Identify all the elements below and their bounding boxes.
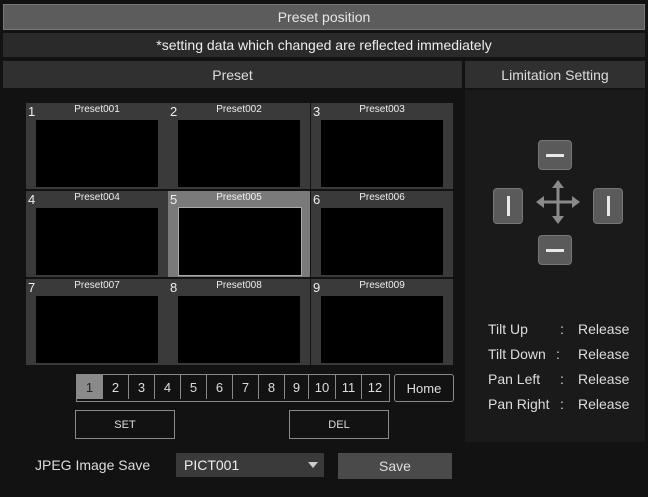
limitation-setting-header: Limitation Setting [465, 61, 645, 88]
jpeg-image-select[interactable]: PICT001 [176, 453, 324, 477]
preset-tile[interactable]: 3 Preset003 [311, 103, 453, 189]
move-arrows-icon [536, 180, 580, 224]
preset-label: Preset007 [74, 280, 120, 291]
page-button-11[interactable]: 11 [336, 375, 362, 399]
preset-label: Preset001 [74, 104, 120, 115]
preset-thumbnail[interactable] [321, 208, 443, 275]
window-title: Preset position [3, 4, 645, 30]
preset-thumbnail[interactable] [36, 120, 158, 187]
preset-label: Preset008 [216, 280, 262, 291]
pan-left-limit-button[interactable] [493, 188, 523, 224]
preset-tile[interactable]: 6 Preset006 [311, 191, 453, 277]
bar-icon [607, 196, 610, 216]
tilt-up-limit-button[interactable] [538, 140, 572, 170]
preset-thumbnail[interactable] [178, 120, 300, 187]
preset-thumbnail[interactable] [36, 208, 158, 275]
page-button-12[interactable]: 12 [362, 375, 388, 399]
jpeg-selected-value: PICT001 [184, 457, 240, 473]
pan-right-name: Pan Right [488, 396, 550, 412]
tilt-down-name: Tilt Down [488, 346, 546, 362]
set-button[interactable]: SET [75, 410, 175, 439]
tilt-down-limit-button[interactable] [538, 235, 572, 265]
preset-thumbnail[interactable] [178, 207, 302, 276]
preset-label: Preset004 [74, 192, 120, 203]
preset-number: 2 [170, 104, 178, 119]
pan-left-value: Release [578, 371, 630, 387]
preset-number: 7 [28, 280, 36, 295]
preset-number: 4 [28, 192, 36, 207]
minus-icon [546, 154, 564, 157]
preset-number: 8 [170, 280, 178, 295]
tilt-down-value: Release [578, 346, 630, 362]
preset-thumbnail[interactable] [321, 296, 443, 363]
preset-header: Preset [3, 61, 462, 88]
notice-text: *setting data which changed are reflecte… [3, 33, 645, 57]
preset-tile[interactable]: 7 Preset007 [26, 279, 168, 365]
preset-tile[interactable]: 4 Preset004 [26, 191, 168, 277]
preset-position-window: Preset position *setting data which chan… [0, 0, 648, 497]
tilt-up-name: Tilt Up [488, 321, 528, 337]
pan-right-value: Release [578, 396, 630, 412]
preset-label: Preset006 [359, 192, 405, 203]
save-button[interactable]: Save [338, 453, 452, 479]
bar-icon [507, 196, 510, 216]
dropdown-arrow-icon [308, 462, 318, 468]
page-button-2[interactable]: 2 [103, 375, 129, 399]
minus-icon [546, 249, 564, 252]
page-button-3[interactable]: 3 [129, 375, 155, 399]
preset-tile[interactable]: 2 Preset002 [168, 103, 310, 189]
page-button-7[interactable]: 7 [233, 375, 259, 399]
preset-number: 3 [313, 104, 321, 119]
preset-tile[interactable]: 9 Preset009 [311, 279, 453, 365]
pan-right-limit-button[interactable] [593, 188, 623, 224]
page-button-9[interactable]: 9 [285, 375, 309, 399]
tilt-down-sep: : [556, 346, 560, 362]
preset-label: Preset002 [216, 104, 262, 115]
pan-left-sep: : [560, 371, 564, 387]
preset-label: Preset005 [216, 192, 262, 203]
preset-label: Preset003 [359, 104, 405, 115]
tilt-up-sep: : [560, 321, 564, 337]
preset-tile-selected[interactable]: 5 Preset005 [168, 191, 310, 277]
page-button-6[interactable]: 6 [207, 375, 233, 399]
preset-tile[interactable]: 1 Preset001 [26, 103, 168, 189]
pan-left-name: Pan Left [488, 371, 541, 387]
page-button-4[interactable]: 4 [155, 375, 181, 399]
home-button[interactable]: Home [394, 374, 454, 402]
preset-number: 5 [170, 192, 178, 207]
page-button-10[interactable]: 10 [309, 375, 336, 399]
preset-thumbnail[interactable] [178, 296, 300, 363]
preset-tile[interactable]: 8 Preset008 [168, 279, 310, 365]
page-button-5[interactable]: 5 [181, 375, 207, 399]
preset-number: 9 [313, 280, 321, 295]
page-button-1[interactable]: 1 [77, 375, 103, 399]
preset-thumbnail[interactable] [36, 296, 158, 363]
page-button-8[interactable]: 8 [259, 375, 285, 399]
preset-number: 1 [28, 104, 36, 119]
jpeg-image-save-label: JPEG Image Save [35, 457, 151, 473]
preset-number: 6 [313, 192, 321, 207]
delete-button[interactable]: DEL [289, 410, 389, 439]
preset-label: Preset009 [359, 280, 405, 291]
pan-right-sep: : [560, 396, 564, 412]
tilt-up-value: Release [578, 321, 630, 337]
preset-thumbnail[interactable] [321, 120, 443, 187]
